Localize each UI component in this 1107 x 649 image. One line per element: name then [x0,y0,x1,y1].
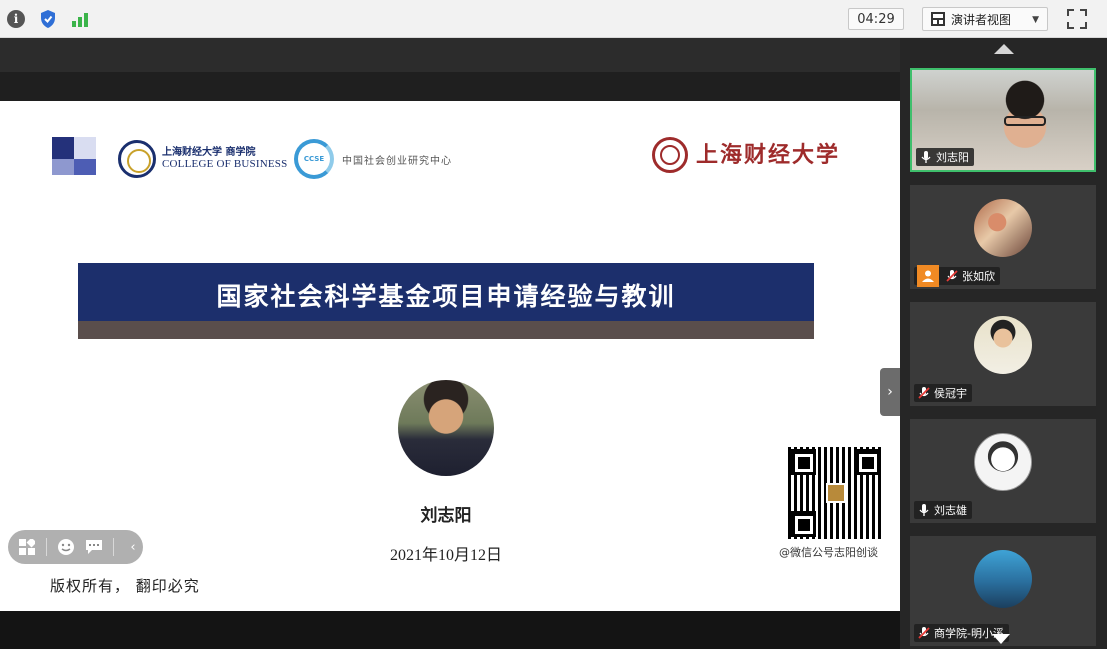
cob-logo-line2: COLLEGE OF BUSINESS [162,158,288,171]
signal-icon[interactable] [70,9,90,29]
participant-name: 张如欣 [962,270,995,283]
mic-muted-icon [917,386,931,400]
presentation-slide: 上海财经大学 商学院 COLLEGE OF BUSINESS CCSE 中国社会… [0,101,900,611]
grid-icon[interactable] [18,538,36,556]
ccse-ring-icon: CCSE [294,139,334,179]
copyright-notice: 版权所有， 翻印必究 [50,577,200,595]
panel-toggle-chevron-right-icon[interactable]: › [880,368,900,416]
slide-date: 2021年10月12日 [389,547,502,564]
ccse-logo: CCSE 中国社会创业研究中心 [294,137,452,181]
college-of-business-logo: 上海财经大学 商学院 COLLEGE OF BUSINESS [118,137,287,181]
participant-tile[interactable]: 商学院-明小溪 [910,536,1096,646]
shared-screen: 上海财经大学 商学院 COLLEGE OF BUSINESS CCSE 中国社会… [0,38,900,649]
layout-grid-icon [931,12,945,26]
mic-icon [917,503,931,517]
brand-squares-icon [52,137,98,177]
qr-code [788,447,882,539]
qr-center-logo [826,483,846,503]
mic-muted-icon [945,269,959,283]
sufe-seal-icon [652,137,688,173]
participant-name: 刘志雄 [934,504,967,517]
scroll-down-icon[interactable] [992,634,1010,644]
slide-title: 国家社会科学基金项目申请经验与教训 [216,282,676,311]
qr-finder [859,454,877,472]
participant-tile[interactable]: 刘志阳 [910,68,1096,172]
emoji-icon[interactable] [57,538,75,556]
participant-tag: 刘志雄 [914,501,972,519]
screen-top-band [0,38,900,72]
participant-tile[interactable]: 侯冠宇 [910,302,1096,406]
comment-icon[interactable] [85,538,103,556]
top-toolbar: i 04:29 演讲者视图 ▼ [0,0,1107,38]
participant-tag: 侯冠宇 [914,384,972,402]
avatar [974,433,1032,491]
view-mode-label: 演讲者视图 [951,12,1012,27]
slide-toolbar: ‹ [8,530,143,564]
toolbar-divider [113,538,114,556]
chevron-down-icon: ▼ [1032,15,1039,25]
sufe-logo: 上海财经大学 [652,133,840,177]
chevron-left-icon[interactable]: ‹ [124,538,142,556]
shield-icon[interactable] [38,9,58,29]
participant-tag: 刘志阳 [916,148,974,166]
avatar [974,199,1032,257]
mic-icon [919,150,933,164]
title-banner: 国家社会科学基金项目申请经验与教训 [78,263,814,339]
cob-seal-icon [118,140,156,178]
ccse-logo-text: 中国社会创业研究中心 [342,155,452,167]
qr-finder [795,454,813,472]
meeting-timer: 04:29 [848,8,904,30]
avatar [974,550,1032,608]
participant-tag: 张如欣 [914,265,1000,287]
participant-tile[interactable]: 刘志雄 [910,419,1096,523]
participant-panel: 刘志阳 张如欣 侯冠宇 刘志雄 商学院-明小溪 [900,38,1107,649]
info-icon[interactable]: i [6,9,26,29]
participant-name: 侯冠宇 [934,387,967,400]
qr-finder [795,516,813,534]
title-banner-strip [78,321,814,339]
sufe-logo-text: 上海财经大学 [696,142,841,168]
avatar [974,316,1032,374]
speaker-name: 刘志阳 [420,506,472,526]
view-mode-dropdown[interactable]: 演讲者视图 ▼ [922,7,1048,31]
qr-caption: @微信公号志阳创谈 [779,546,878,559]
scroll-up-icon[interactable] [994,44,1014,54]
screen-bottom-band [0,611,900,649]
participant-video-detail [1004,116,1046,126]
participant-tile[interactable]: 张如欣 [910,185,1096,289]
mic-muted-icon [917,626,931,640]
speaker-photo [398,380,494,476]
participant-name: 刘志阳 [936,151,969,164]
cob-logo-line1: 上海财经大学 商学院 [162,147,256,159]
toolbar-divider [46,538,47,556]
fullscreen-icon[interactable] [1066,8,1088,30]
user-icon [917,265,939,287]
